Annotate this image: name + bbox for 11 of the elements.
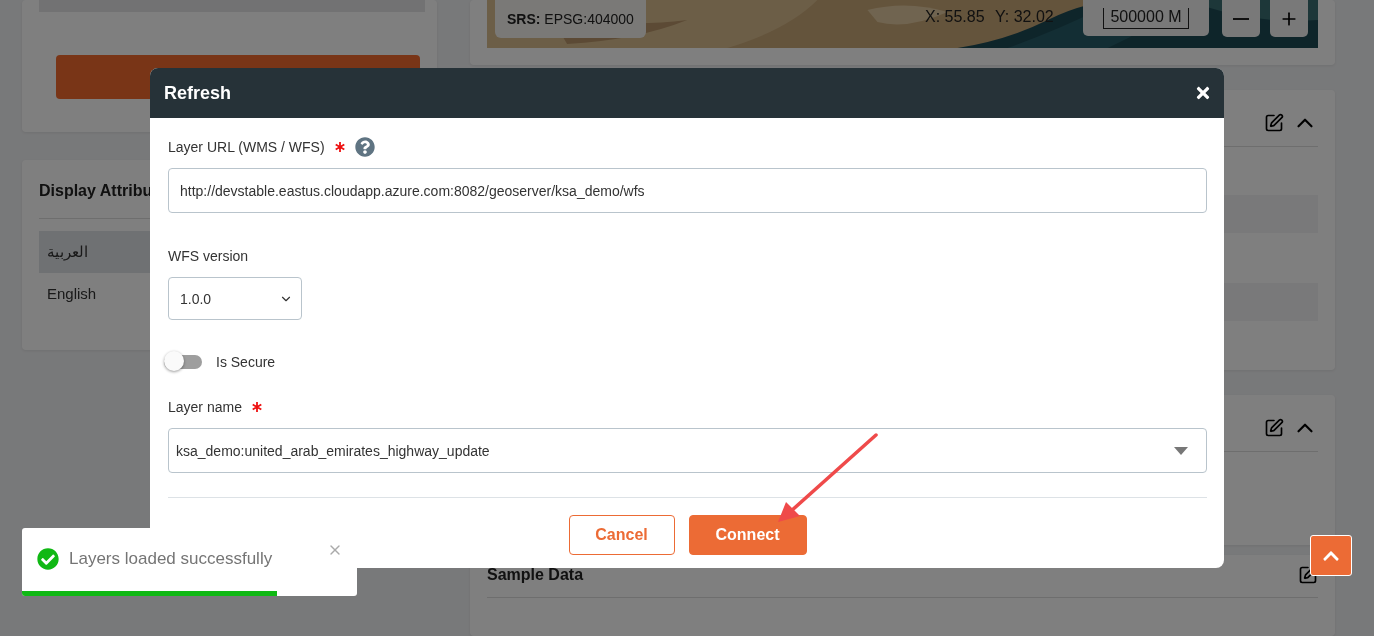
dialog-title: Refresh — [164, 82, 232, 104]
switch-label: Is Secure — [216, 354, 276, 370]
toast-message: Layers loaded successfully — [69, 549, 274, 569]
scale-indicator: 500000 M — [1083, 0, 1209, 36]
field-label: Layer name — [168, 399, 242, 415]
coordinate-text: Y: 32.02 — [995, 8, 1054, 26]
srs-label: SRS: EPSG:404000 — [495, 0, 646, 38]
section-title: Sample Data — [487, 566, 584, 584]
field-label: Layer URL (WMS / WFS) — [168, 139, 325, 155]
coordinate-text: X: 55.85 — [925, 8, 985, 26]
field-label: WFS version — [168, 248, 249, 264]
